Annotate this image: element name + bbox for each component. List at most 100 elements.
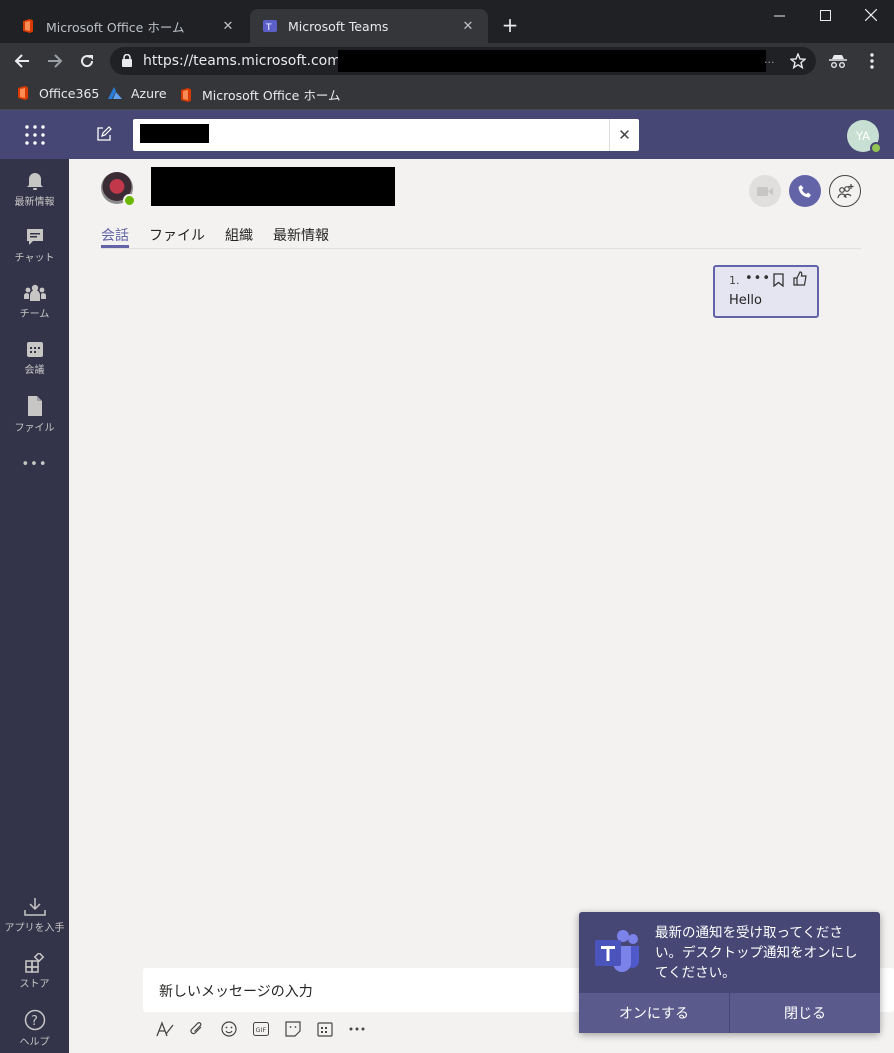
svg-text:GIF: GIF [256,1026,267,1034]
notification-prompt: 最新の通知を受け取ってください。デスクトップ通知をオンにしてください。 オンにす… [579,912,880,1033]
chat-icon [26,229,43,245]
tab-teams[interactable]: T Microsoft Teams ✕ [250,9,488,43]
add-people-icon [837,184,854,199]
bell-icon [26,173,43,190]
like-icon[interactable] [793,271,807,286]
url-text: https://teams.microsoft.com/_# [143,53,365,69]
audio-call-button[interactable] [789,175,821,207]
teams-header: ✕ YA [0,110,894,159]
office-logo-icon [18,86,28,100]
message-more-icon[interactable]: ••• [745,271,771,286]
browser-menu-icon[interactable] [860,49,884,73]
rail-label: チーム [19,309,50,320]
rail-item-files[interactable]: ファイル [0,395,69,434]
compose-toolbar: GIF [155,1019,367,1039]
message-bubble[interactable]: 1. ••• Hello [713,265,819,318]
download-icon [23,898,46,916]
svg-text:T: T [265,23,272,33]
new-chat-icon[interactable] [96,126,112,142]
teams-logo-icon: T [263,20,277,33]
rail-more-button[interactable]: ••• [0,457,69,472]
tab-conversation[interactable]: 会話 [101,225,129,248]
window-close-icon[interactable] [848,4,894,26]
phone-icon [798,185,811,198]
new-tab-button[interactable]: + [500,14,520,38]
avatar-initials: YA [856,129,870,143]
presence-available-icon [123,194,136,207]
more-options-icon[interactable] [347,1019,367,1039]
office-logo-icon [23,19,33,33]
contact-avatar[interactable] [101,172,136,207]
format-icon[interactable] [155,1019,175,1039]
gif-icon[interactable]: GIF [251,1019,271,1039]
help-icon: ? [24,1009,45,1031]
video-call-button[interactable] [749,175,781,207]
tab-title: Microsoft Office ホーム [46,19,185,35]
browser-toolbar: https://teams.microsoft.com/_# ... [0,43,894,79]
more-icon: ••• [21,457,48,472]
bookmark-label: Office365 [39,85,100,101]
store-icon [24,953,44,973]
forward-arrow-icon[interactable] [43,49,67,73]
tab-title: Microsoft Teams [288,18,389,34]
message-timestamp: 1. [729,274,740,287]
bookmark-label: Microsoft Office ホーム [202,88,341,103]
rail-item-store[interactable]: ストア [0,953,69,990]
rail-label: ストア [19,979,50,990]
tab-org[interactable]: 組織 [225,225,253,249]
compose-placeholder: 新しいメッセージの入力 [159,984,313,1000]
bookmarks-bar: Office365 Azure Microsoft Office ホーム [0,79,894,110]
redacted-url [338,50,766,72]
search-input[interactable]: ✕ [133,119,639,151]
rail-item-activity[interactable]: 最新情報 [0,171,69,208]
lock-icon [122,54,132,67]
azure-logo-icon [108,87,122,99]
video-camera-icon [757,186,773,196]
rail-label: ファイル [14,423,55,434]
emoji-icon[interactable] [219,1019,239,1039]
address-bar[interactable]: https://teams.microsoft.com/_# ... [110,47,816,75]
tab-activity[interactable]: 最新情報 [273,225,329,249]
notification-actions: オンにする 閉じる [579,993,880,1033]
reload-icon[interactable] [75,49,99,73]
bookmark-icon[interactable] [773,273,784,287]
bookmark-office-home[interactable]: Microsoft Office ホーム [178,85,340,104]
enable-notifications-button[interactable]: オンにする [579,993,729,1033]
user-avatar[interactable]: YA [847,120,882,154]
app-launcher-icon[interactable] [24,124,46,146]
maximize-icon[interactable] [802,4,848,26]
search-clear-icon[interactable]: ✕ [609,119,639,151]
rail-label: アプリを入手 [4,923,65,934]
add-people-button[interactable] [829,175,861,207]
rail-item-chat[interactable]: チャット [0,227,69,264]
file-icon [27,396,42,416]
attach-icon[interactable] [187,1019,207,1039]
minimize-icon[interactable] [756,4,802,26]
tab-close-icon[interactable]: ✕ [460,19,476,34]
rail-item-get-app[interactable]: アプリを入手 [0,897,69,934]
rail-label: 最新情報 [14,197,55,208]
back-arrow-icon[interactable] [10,49,34,73]
bookmark-azure[interactable]: Azure [107,85,167,101]
close-notification-button[interactable]: 閉じる [729,993,880,1033]
rail-label: ヘルプ [19,1037,50,1048]
tab-files[interactable]: ファイル [149,225,205,249]
browser-tabstrip: Microsoft Office ホーム ✕ T Microsoft Teams… [0,0,894,43]
redacted-contact-name [151,167,395,206]
sticker-icon[interactable] [283,1019,303,1039]
bookmark-star-icon[interactable] [786,49,810,73]
redacted-search [140,124,209,143]
bookmark-office365[interactable]: Office365 [15,85,99,101]
tab-close-icon[interactable]: ✕ [220,19,236,34]
notification-message: 最新の通知を受け取ってください。デスクトップ通知をオンにしてください。 [655,925,858,981]
incognito-icon[interactable] [826,49,850,73]
rail-item-meetings[interactable]: 会議 [0,339,69,376]
rail-label: 会議 [24,365,45,376]
tab-office-home[interactable]: Microsoft Office ホーム ✕ [8,9,248,43]
svg-text:?: ? [31,1014,38,1029]
schedule-meeting-icon[interactable] [315,1019,335,1039]
rail-label: チャット [14,253,55,264]
rail-item-teams[interactable]: チーム [0,283,69,320]
rail-item-help[interactable]: ? ヘルプ [0,1009,69,1048]
url-overflow: ... [764,53,775,66]
